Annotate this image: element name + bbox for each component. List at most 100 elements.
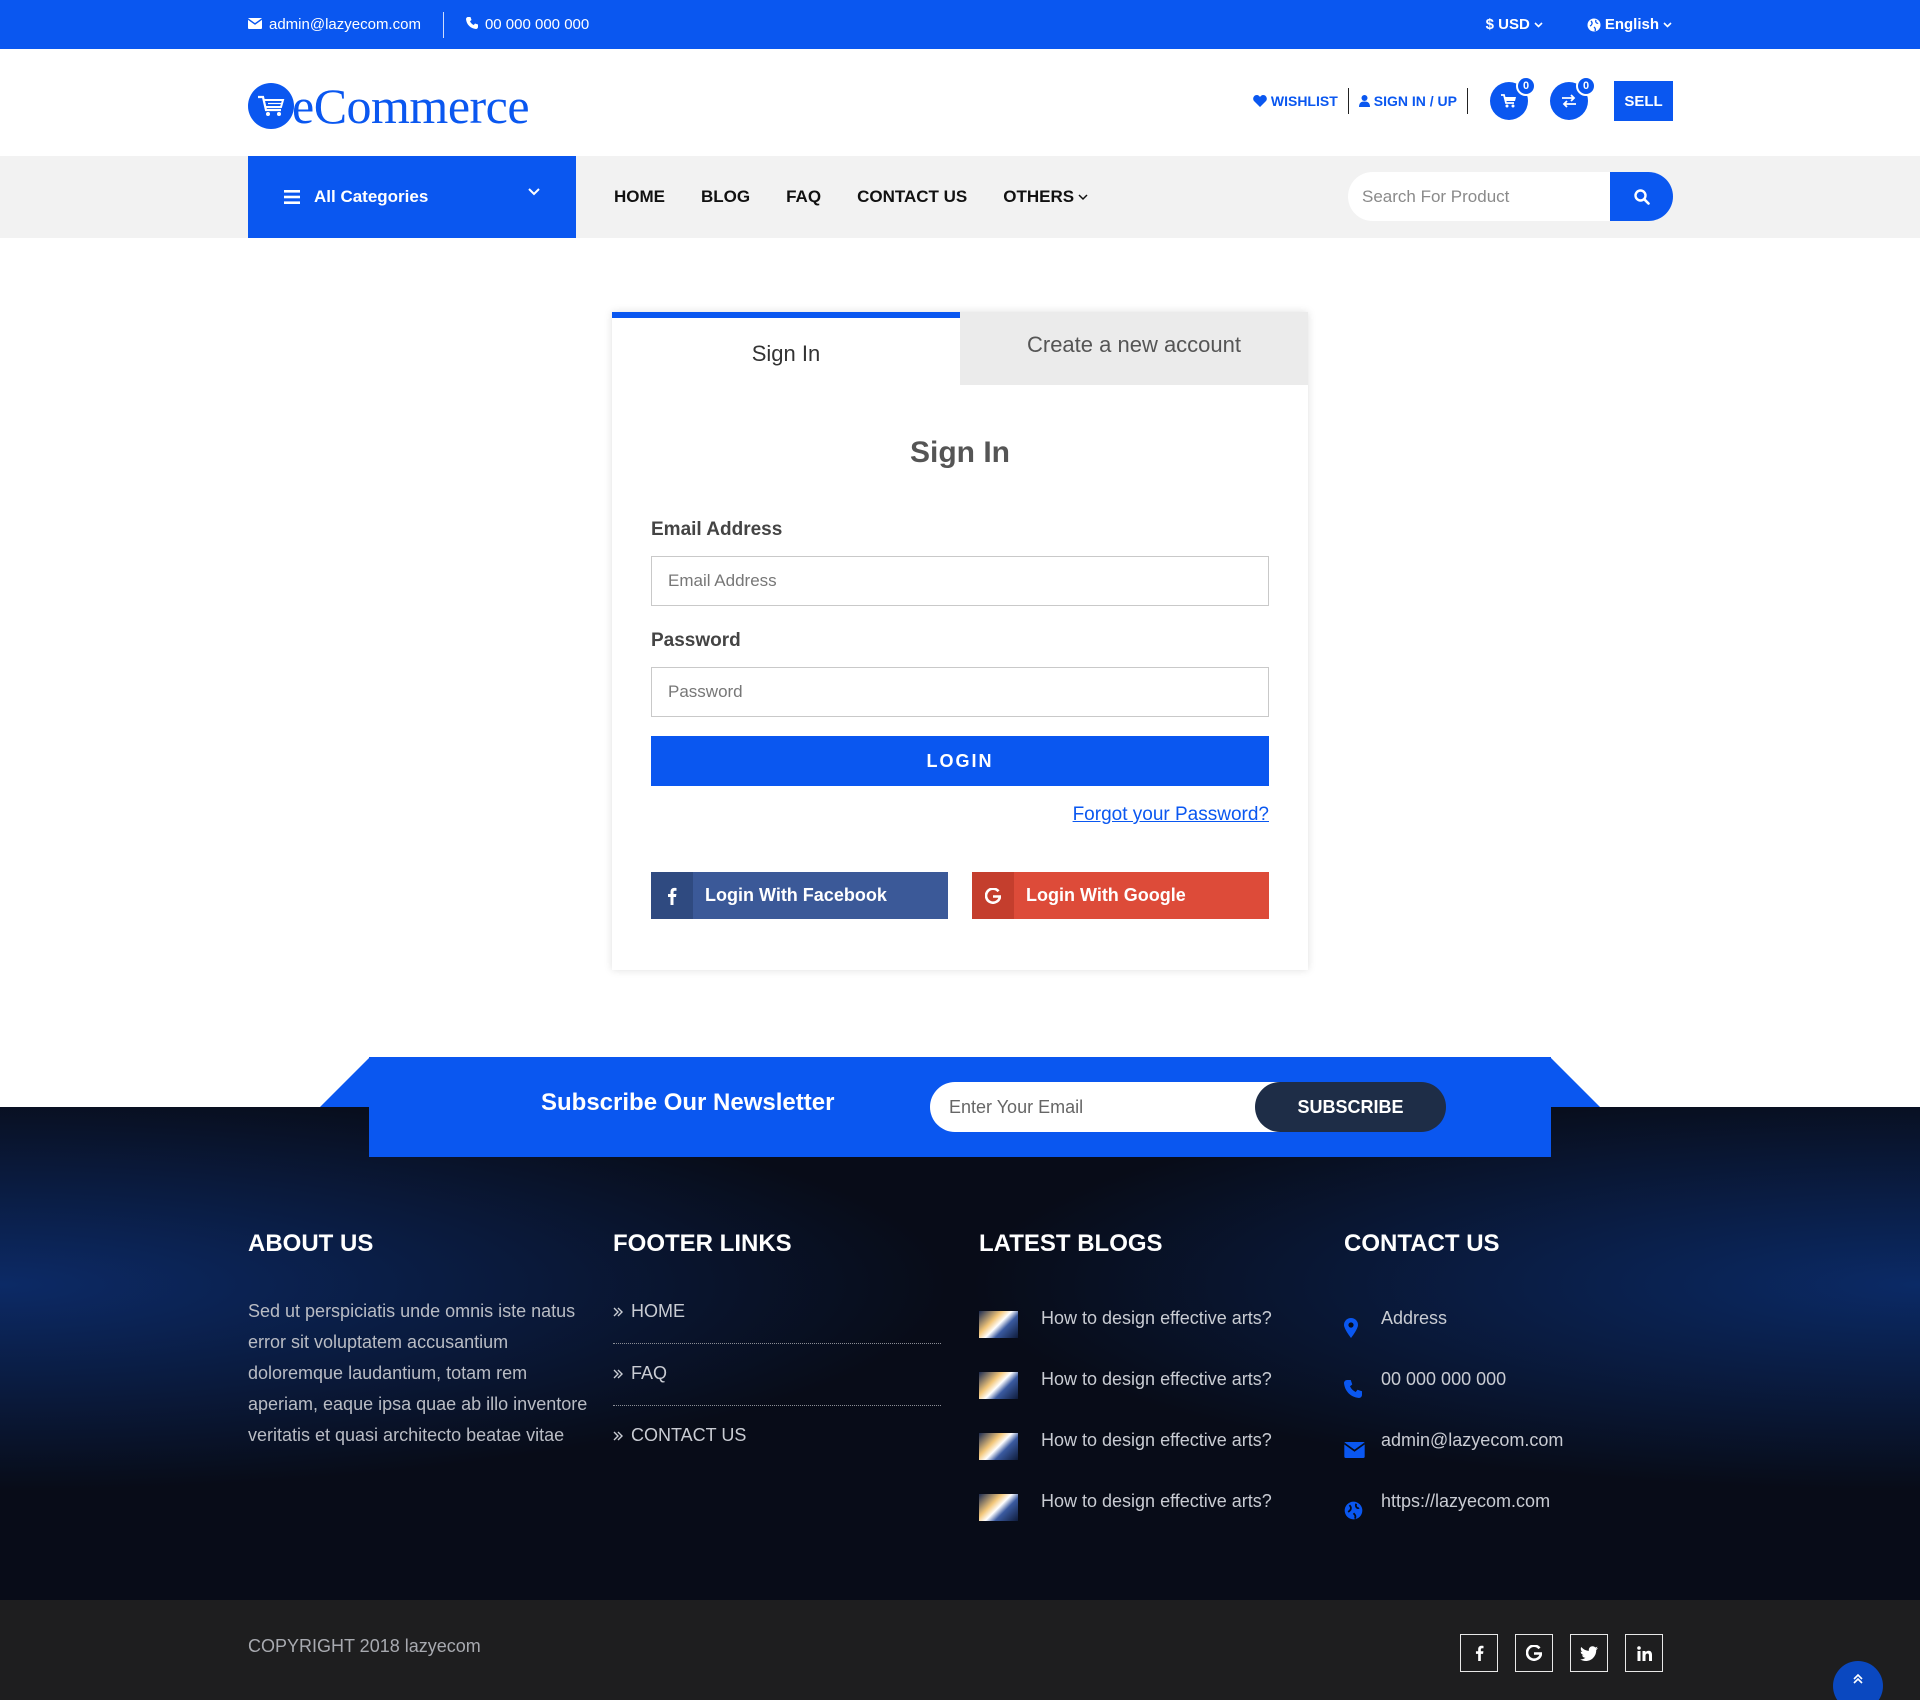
- exchange-icon: [1562, 94, 1576, 108]
- footer-blogs-column: LATEST BLOGS: [979, 1230, 1163, 1258]
- cart-icon: [1501, 94, 1516, 108]
- footer-links-column: FOOTER LINKS: [613, 1230, 792, 1258]
- blog-thumbnail: [979, 1311, 1018, 1338]
- blog-item[interactable]: How to design effective arts?: [979, 1294, 1272, 1355]
- cart-button[interactable]: 0: [1490, 76, 1536, 120]
- email-label: Email Address: [651, 519, 783, 540]
- footer-link-home[interactable]: HOME: [613, 1296, 941, 1327]
- footer-blogs-title: LATEST BLOGS: [979, 1230, 1163, 1257]
- forgot-password-link[interactable]: Forgot your Password?: [1073, 804, 1269, 826]
- globe-icon: [1344, 1495, 1381, 1520]
- newsletter-title: Subscribe Our Newsletter: [541, 1089, 835, 1116]
- footer-link-contact-us[interactable]: CONTACT US: [613, 1420, 941, 1451]
- language-selector[interactable]: English: [1587, 16, 1672, 33]
- newsletter-banner: Subscribe Our Newsletter SUBSCRIBE: [320, 1057, 1600, 1157]
- blog-thumbnail: [979, 1494, 1018, 1521]
- sell-button[interactable]: SELL: [1614, 81, 1673, 121]
- facebook-icon: [1475, 1645, 1483, 1661]
- tab-sign-in[interactable]: Sign In: [612, 312, 960, 385]
- blog-item[interactable]: How to design effective arts?: [979, 1355, 1272, 1416]
- copyright-text: COPYRIGHT 2018 lazyecom: [248, 1636, 481, 1656]
- main-nav: All Categories HOME BLOG FAQ CONTACT US …: [0, 156, 1920, 238]
- blog-thumbnail: [979, 1372, 1018, 1399]
- chevron-down-icon: [1534, 21, 1543, 28]
- google-link[interactable]: [1515, 1634, 1553, 1672]
- google-icon: [1526, 1645, 1542, 1661]
- globe-icon: [1587, 18, 1601, 31]
- envelope-icon: [1344, 1436, 1381, 1458]
- facebook-login-button[interactable]: Login With Facebook: [651, 872, 948, 919]
- social-links: [1460, 1634, 1663, 1672]
- google-login-button[interactable]: Login With Google: [972, 872, 1269, 919]
- divider: [1467, 88, 1468, 114]
- double-chevron-up-icon: [1853, 1673, 1863, 1684]
- decor-corner: [1550, 1057, 1600, 1107]
- login-button[interactable]: LOGIN: [651, 736, 1269, 786]
- nav-others[interactable]: OTHERS: [1003, 187, 1088, 207]
- search-icon: [1633, 188, 1650, 205]
- divider: [613, 1343, 941, 1344]
- latest-blogs-list: How to design effective arts? How to des…: [979, 1294, 1272, 1538]
- topbar-email[interactable]: admin@lazyecom.com: [247, 16, 421, 33]
- linkedin-link[interactable]: [1625, 1634, 1663, 1672]
- logo-text: eCommerce: [292, 78, 530, 134]
- footer-links-list: HOME FAQ CONTACT US: [613, 1296, 941, 1451]
- linkedin-icon: [1636, 1645, 1652, 1661]
- decor-corner: [320, 1057, 370, 1107]
- contact-email[interactable]: admin@lazyecom.com: [1344, 1416, 1563, 1477]
- contact-list: Address 00 000 000 000 admin@lazyecom.co…: [1344, 1294, 1563, 1538]
- search-bar: [1348, 172, 1673, 221]
- signin-link[interactable]: SIGN IN / UP: [1349, 93, 1467, 109]
- topbar-phone[interactable]: 00 000 000 000: [465, 16, 589, 33]
- nav-blog[interactable]: BLOG: [701, 187, 750, 207]
- phone-icon: [1344, 1374, 1381, 1398]
- footer-contact-title: CONTACT US: [1344, 1230, 1500, 1257]
- copyright-bar: COPYRIGHT 2018 lazyecom: [0, 1600, 1920, 1700]
- twitter-link[interactable]: [1570, 1634, 1608, 1672]
- double-chevron-right-icon: [613, 1307, 623, 1316]
- footer-contact-column: CONTACT US: [1344, 1230, 1500, 1258]
- compare-button[interactable]: 0: [1550, 76, 1596, 120]
- user-icon: [1358, 95, 1370, 107]
- search-input[interactable]: [1348, 172, 1610, 221]
- blog-thumbnail: [979, 1433, 1018, 1460]
- blog-item[interactable]: How to design effective arts?: [979, 1416, 1272, 1477]
- divider: [613, 1405, 941, 1406]
- facebook-link[interactable]: [1460, 1634, 1498, 1672]
- chevron-down-icon: [1663, 21, 1672, 28]
- tab-create-account[interactable]: Create a new account: [960, 312, 1308, 385]
- footer-links-title: FOOTER LINKS: [613, 1230, 792, 1257]
- chevron-down-icon: [1078, 193, 1088, 200]
- double-chevron-right-icon: [613, 1431, 623, 1440]
- newsletter-body: Subscribe Our Newsletter SUBSCRIBE: [369, 1057, 1551, 1157]
- menu-icon: [284, 190, 300, 204]
- search-button[interactable]: [1610, 172, 1673, 221]
- footer-link-faq[interactable]: FAQ: [613, 1358, 941, 1389]
- password-field[interactable]: [651, 667, 1269, 717]
- phone-icon: [465, 16, 478, 33]
- nav-home[interactable]: HOME: [614, 187, 665, 207]
- contact-website[interactable]: https://lazyecom.com: [1344, 1477, 1563, 1538]
- password-label: Password: [651, 630, 741, 651]
- contact-phone[interactable]: 00 000 000 000: [1344, 1355, 1563, 1416]
- blog-item[interactable]: How to design effective arts?: [979, 1477, 1272, 1538]
- subscribe-button[interactable]: SUBSCRIBE: [1255, 1082, 1446, 1132]
- footer-about: ABOUT US: [248, 1230, 373, 1258]
- top-bar: admin@lazyecom.com 00 000 000 000 $ USD …: [0, 0, 1920, 49]
- double-chevron-right-icon: [613, 1369, 623, 1378]
- email-field[interactable]: [651, 556, 1269, 606]
- cart-count-badge: 0: [1516, 76, 1536, 96]
- site-logo[interactable]: eCommerce: [248, 77, 530, 135]
- about-text: Sed ut perspiciatis unde omnis iste natu…: [248, 1301, 588, 1445]
- nav-faq[interactable]: FAQ: [786, 187, 821, 207]
- nav-contact-us[interactable]: CONTACT US: [857, 187, 967, 207]
- currency-selector[interactable]: $ USD: [1486, 16, 1543, 33]
- site-header: eCommerce WISHLIST SIGN IN / UP 0 0 SELL: [0, 49, 1920, 156]
- compare-count-badge: 0: [1576, 76, 1596, 96]
- contact-address: Address: [1344, 1294, 1563, 1355]
- envelope-icon: [247, 16, 263, 33]
- wishlist-link[interactable]: WISHLIST: [1243, 93, 1348, 109]
- auth-card: Sign In Create a new account Sign In Ema…: [612, 312, 1308, 970]
- all-categories-button[interactable]: All Categories: [248, 156, 576, 238]
- newsletter-email-input[interactable]: [930, 1082, 1288, 1132]
